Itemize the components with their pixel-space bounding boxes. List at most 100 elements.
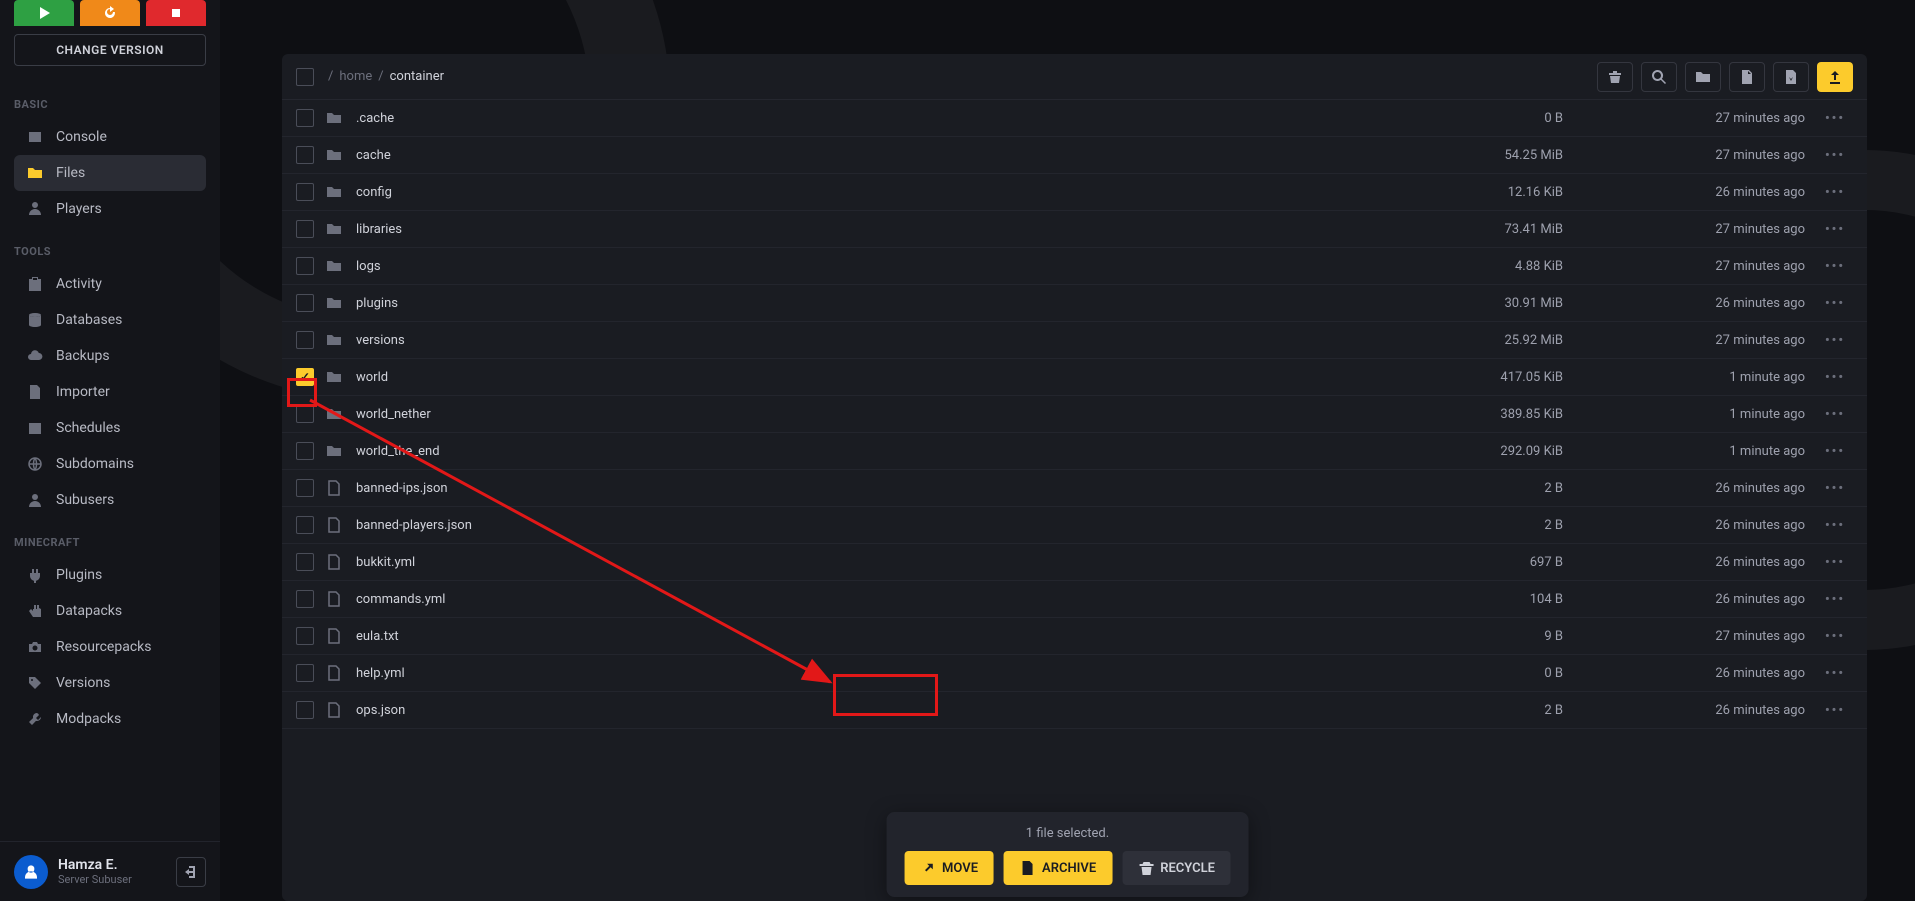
file-row[interactable]: world_the_end292.09 KiB1 minute ago••• bbox=[282, 433, 1867, 470]
recycle-button[interactable]: RECYCLE bbox=[1122, 851, 1231, 885]
search-button[interactable] bbox=[1641, 62, 1677, 92]
file-row[interactable]: logs4.88 KiB27 minutes ago••• bbox=[282, 248, 1867, 285]
sidebar-item-modpacks[interactable]: Modpacks bbox=[14, 701, 206, 737]
recycle-label: RECYCLE bbox=[1160, 861, 1215, 876]
row-checkbox[interactable] bbox=[296, 664, 314, 682]
row-more-button[interactable]: ••• bbox=[1817, 555, 1853, 570]
row-more-button[interactable]: ••• bbox=[1817, 629, 1853, 644]
row-date: 1 minute ago bbox=[1575, 407, 1805, 422]
row-checkbox[interactable] bbox=[296, 183, 314, 201]
upload-button[interactable] bbox=[1817, 62, 1853, 92]
file-row[interactable]: cache54.25 MiB27 minutes ago••• bbox=[282, 137, 1867, 174]
sidebar-item-databases[interactable]: Databases bbox=[14, 302, 206, 338]
file-row[interactable]: .cache0 B27 minutes ago••• bbox=[282, 100, 1867, 137]
start-button[interactable] bbox=[14, 0, 74, 26]
row-checkbox[interactable] bbox=[296, 294, 314, 312]
sidebar-item-importer[interactable]: Importer bbox=[14, 374, 206, 410]
file-row[interactable]: world417.05 KiB1 minute ago••• bbox=[282, 359, 1867, 396]
new-file-button[interactable] bbox=[1729, 62, 1765, 92]
select-all-checkbox[interactable] bbox=[296, 68, 314, 86]
file-row[interactable]: commands.yml104 B26 minutes ago••• bbox=[282, 581, 1867, 618]
file-row[interactable]: banned-players.json2 B26 minutes ago••• bbox=[282, 507, 1867, 544]
sidebar-item-subdomains[interactable]: Subdomains bbox=[14, 446, 206, 482]
folder-icon bbox=[326, 443, 344, 459]
row-more-button[interactable]: ••• bbox=[1817, 518, 1853, 533]
sidebar-item-files[interactable]: Files bbox=[14, 155, 206, 191]
change-version-button[interactable]: CHANGE VERSION bbox=[14, 34, 206, 66]
file-row[interactable]: help.yml0 B26 minutes ago••• bbox=[282, 655, 1867, 692]
breadcrumb-home[interactable]: home bbox=[339, 69, 372, 84]
row-more-button[interactable]: ••• bbox=[1817, 148, 1853, 163]
sidebar-item-backups[interactable]: Backups bbox=[14, 338, 206, 374]
folder-icon bbox=[326, 221, 344, 237]
file-row[interactable]: eula.txt9 B27 minutes ago••• bbox=[282, 618, 1867, 655]
new-folder-button[interactable] bbox=[1685, 62, 1721, 92]
archive-button[interactable]: ARCHIVE bbox=[1004, 851, 1112, 885]
row-checkbox[interactable] bbox=[296, 553, 314, 571]
row-checkbox[interactable] bbox=[296, 516, 314, 534]
sidebar-item-datapacks[interactable]: Datapacks bbox=[14, 593, 206, 629]
logout-button[interactable] bbox=[176, 857, 206, 887]
file-row[interactable]: versions25.92 MiB27 minutes ago••• bbox=[282, 322, 1867, 359]
row-checkbox[interactable] bbox=[296, 590, 314, 608]
row-more-button[interactable]: ••• bbox=[1817, 185, 1853, 200]
section-label-minecraft: MINECRAFT bbox=[14, 536, 206, 549]
row-checkbox[interactable] bbox=[296, 331, 314, 349]
row-checkbox[interactable] bbox=[296, 146, 314, 164]
row-filename: config bbox=[356, 185, 1391, 200]
file-row[interactable]: banned-ips.json2 B26 minutes ago••• bbox=[282, 470, 1867, 507]
file-row[interactable]: plugins30.91 MiB26 minutes ago••• bbox=[282, 285, 1867, 322]
row-more-button[interactable]: ••• bbox=[1817, 444, 1853, 459]
file-row[interactable]: world_nether389.85 KiB1 minute ago••• bbox=[282, 396, 1867, 433]
sidebar-item-activity[interactable]: Activity bbox=[14, 266, 206, 302]
download-button[interactable] bbox=[1773, 62, 1809, 92]
row-more-button[interactable]: ••• bbox=[1817, 703, 1853, 718]
row-checkbox[interactable] bbox=[296, 109, 314, 127]
folder-icon bbox=[26, 165, 44, 181]
folder-icon bbox=[326, 110, 344, 126]
row-filename: banned-ips.json bbox=[356, 481, 1391, 496]
row-checkbox[interactable] bbox=[296, 257, 314, 275]
row-checkbox[interactable] bbox=[296, 479, 314, 497]
sidebar-item-versions[interactable]: Versions bbox=[14, 665, 206, 701]
row-checkbox[interactable] bbox=[296, 220, 314, 238]
nav-label: Subdomains bbox=[56, 456, 134, 472]
sidebar-item-schedules[interactable]: Schedules bbox=[14, 410, 206, 446]
row-checkbox[interactable] bbox=[296, 442, 314, 460]
file-row[interactable]: libraries73.41 MiB27 minutes ago••• bbox=[282, 211, 1867, 248]
row-more-button[interactable]: ••• bbox=[1817, 111, 1853, 126]
sidebar-item-players[interactable]: Players bbox=[14, 191, 206, 227]
row-filename: world_the_end bbox=[356, 444, 1391, 459]
file-row[interactable]: config12.16 KiB26 minutes ago••• bbox=[282, 174, 1867, 211]
row-more-button[interactable]: ••• bbox=[1817, 296, 1853, 311]
sidebar-item-console[interactable]: Console bbox=[14, 119, 206, 155]
row-date: 27 minutes ago bbox=[1575, 222, 1805, 237]
row-more-button[interactable]: ••• bbox=[1817, 222, 1853, 237]
recycle-bin-button[interactable] bbox=[1597, 62, 1633, 92]
globe-icon bbox=[26, 456, 44, 472]
row-checkbox[interactable] bbox=[296, 627, 314, 645]
restart-button[interactable] bbox=[80, 0, 140, 26]
tag-icon bbox=[26, 675, 44, 691]
file-row[interactable]: bukkit.yml697 B26 minutes ago••• bbox=[282, 544, 1867, 581]
row-more-button[interactable]: ••• bbox=[1817, 666, 1853, 681]
row-date: 26 minutes ago bbox=[1575, 185, 1805, 200]
stop-button[interactable] bbox=[146, 0, 206, 26]
row-more-button[interactable]: ••• bbox=[1817, 592, 1853, 607]
sidebar-item-subusers[interactable]: Subusers bbox=[14, 482, 206, 518]
nav-label: Importer bbox=[56, 384, 110, 400]
row-more-button[interactable]: ••• bbox=[1817, 481, 1853, 496]
row-more-button[interactable]: ••• bbox=[1817, 407, 1853, 422]
move-button[interactable]: MOVE bbox=[904, 851, 994, 885]
row-checkbox[interactable] bbox=[296, 701, 314, 719]
sidebar-item-resourcepacks[interactable]: Resourcepacks bbox=[14, 629, 206, 665]
row-more-button[interactable]: ••• bbox=[1817, 259, 1853, 274]
row-more-button[interactable]: ••• bbox=[1817, 370, 1853, 385]
row-checkbox[interactable] bbox=[296, 405, 314, 423]
sidebar-item-plugins[interactable]: Plugins bbox=[14, 557, 206, 593]
row-more-button[interactable]: ••• bbox=[1817, 333, 1853, 348]
row-filename: help.yml bbox=[356, 666, 1391, 681]
file-row[interactable]: ops.json2 B26 minutes ago••• bbox=[282, 692, 1867, 729]
row-filename: .cache bbox=[356, 111, 1391, 126]
row-checkbox[interactable] bbox=[296, 368, 314, 386]
